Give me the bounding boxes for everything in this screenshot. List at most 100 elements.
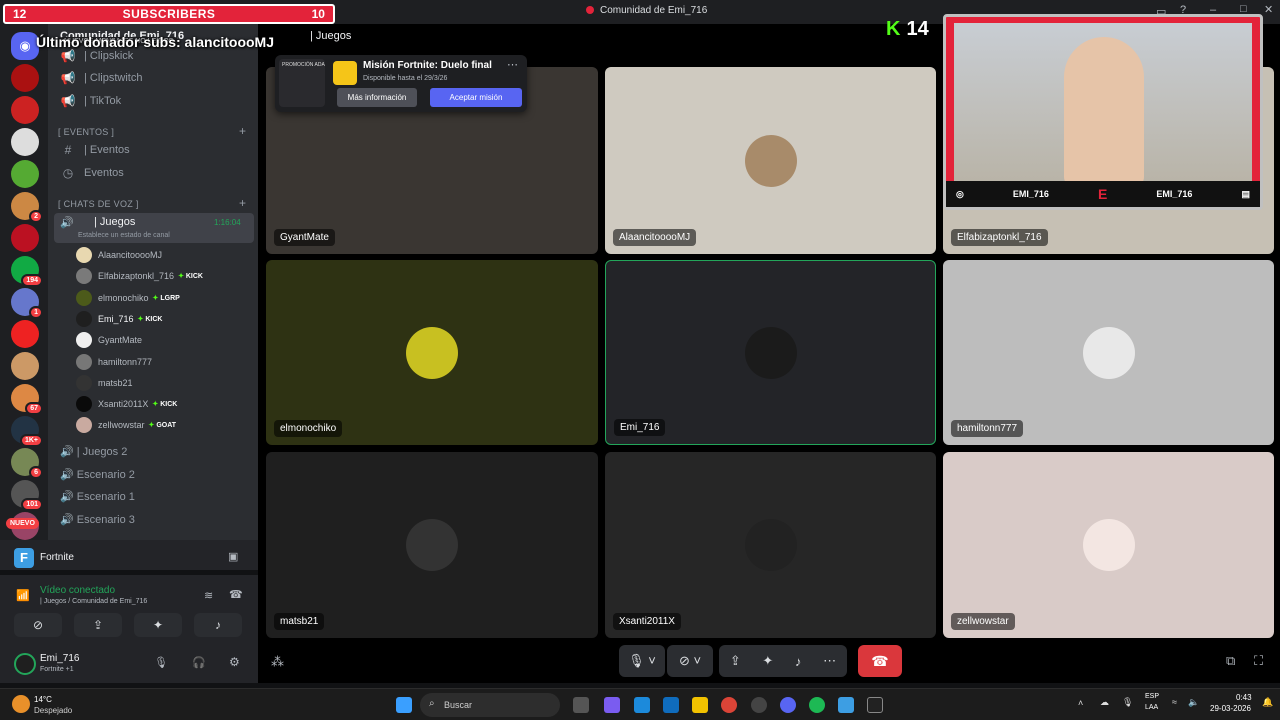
taskbar-search[interactable]: ⌕ Buscar — [420, 693, 560, 717]
server-icon[interactable] — [11, 96, 39, 124]
disconnect-icon[interactable]: ☎ — [229, 588, 243, 601]
mic-toggle-button[interactable]: 🎙 ˅ — [619, 645, 665, 677]
screen-icon[interactable]: ▣ — [228, 550, 238, 563]
language-secondary[interactable]: LAA — [1145, 704, 1158, 711]
voice-channel[interactable]: 🔊 | Juegos 2 — [60, 445, 127, 458]
more-options-icon[interactable]: ⋯ — [507, 58, 518, 71]
soundboard-icon[interactable]: ♪ — [795, 654, 802, 669]
accept-quest-button[interactable]: Aceptar misión — [430, 88, 522, 107]
weather-icon[interactable] — [12, 695, 30, 713]
mic-tray-icon[interactable]: 🎙 — [1122, 697, 1133, 708]
video-tile[interactable]: hamiltonn777 — [943, 260, 1274, 445]
spotify-icon[interactable] — [809, 697, 825, 713]
voice-user[interactable]: GyantMate — [76, 330, 142, 350]
voice-channel-juegos[interactable]: 🔊 | Juegos 1:16:04 Establece un estado d… — [54, 213, 254, 243]
clock-time[interactable]: 0:43 — [1236, 693, 1252, 702]
cloud-icon[interactable]: ☁ — [1100, 697, 1109, 708]
category-events[interactable]: [ EVENTOS ] — [58, 127, 114, 137]
channel-eventos[interactable]: # | Eventos — [60, 140, 130, 160]
video-tile[interactable]: AlaancitooooMJ — [605, 67, 936, 254]
voice-user[interactable]: hamiltonn777 — [76, 352, 152, 372]
voice-user[interactable]: zellwowstar ✦ GOAT — [76, 415, 176, 435]
server-icon[interactable]: 67 — [11, 384, 43, 415]
obs-icon[interactable] — [751, 697, 767, 713]
activities-icon[interactable]: ✦ — [762, 653, 773, 669]
noise-suppression-icon[interactable]: ≋ — [204, 589, 213, 602]
windows-start-icon[interactable] — [396, 697, 412, 713]
server-icon[interactable] — [11, 224, 39, 252]
tray-chevron-icon[interactable]: ˄ — [1078, 698, 1083, 708]
mic-icon[interactable]: 🎙 — [154, 656, 168, 669]
server-icon[interactable]: 6 — [11, 448, 43, 479]
camera-toggle-button[interactable]: ⊘ ˅ — [667, 645, 713, 677]
activities-button[interactable]: ✦ — [134, 613, 182, 637]
server-icon[interactable]: 101 — [11, 480, 43, 511]
more-info-button[interactable]: Más información — [337, 88, 417, 107]
server-icon[interactable]: 1 — [11, 288, 43, 319]
close-icon[interactable]: ✕ — [1264, 3, 1273, 16]
clock-date[interactable]: 29-03-2026 — [1210, 704, 1251, 713]
invite-icon[interactable]: ⁂ — [271, 654, 284, 670]
user-name[interactable]: Emi_716 — [40, 653, 79, 664]
discord-icon[interactable] — [780, 697, 796, 713]
voice-user[interactable]: matsb21 — [76, 373, 133, 393]
server-icon[interactable]: 194 — [11, 256, 43, 287]
channel-eventos-events[interactable]: ◷ Eventos — [60, 163, 124, 183]
volume-icon[interactable]: 🔈 — [1188, 697, 1199, 708]
add-channel-icon[interactable]: + — [239, 196, 246, 210]
language-primary[interactable]: ESP — [1145, 693, 1159, 700]
explorer-icon[interactable] — [692, 697, 708, 713]
voice-user[interactable]: Xsanti2011X ✦ KICK — [76, 394, 177, 414]
voice-channel[interactable]: 🔊 Escenario 1 — [60, 490, 135, 503]
server-icon[interactable] — [11, 160, 39, 188]
task-view-icon[interactable] — [573, 697, 589, 713]
add-channel-icon[interactable]: + — [239, 124, 246, 138]
camera-off-button[interactable]: ⊘ — [14, 613, 62, 637]
voice-user[interactable]: elmonochiko ✦ LGRP — [76, 288, 180, 308]
category-voice[interactable]: [ CHATS DE VOZ ] — [58, 199, 139, 209]
more-icon[interactable]: ⋯ — [823, 653, 836, 669]
fullscreen-icon[interactable]: ⛶ — [1254, 653, 1263, 669]
fortnite-taskbar-icon[interactable] — [838, 697, 854, 713]
edge-icon[interactable] — [634, 697, 650, 713]
user-avatar[interactable] — [14, 653, 36, 675]
copilot-icon[interactable] — [604, 697, 620, 713]
channel-status-prompt[interactable]: Establece un estado de canal — [78, 232, 170, 239]
server-icon[interactable] — [11, 320, 39, 348]
voice-user[interactable]: Emi_716 ✦ KICK — [76, 309, 162, 329]
soundboard-button[interactable]: ♪ — [194, 613, 242, 637]
server-icon[interactable] — [11, 352, 39, 380]
server-icon[interactable]: 2 — [11, 192, 43, 223]
channel-clipstwitch[interactable]: 📢 | Clipstwitch — [60, 68, 143, 88]
channel-label: | Clipskick — [84, 50, 134, 62]
settings-gear-icon[interactable]: ⚙ — [229, 655, 240, 669]
connection-status[interactable]: Vídeo conectado — [40, 585, 115, 596]
voice-user[interactable]: AlaancitooooMJ — [76, 245, 162, 265]
video-tile[interactable]: zellwowstar — [943, 452, 1274, 638]
store-icon[interactable] — [663, 697, 679, 713]
notification-bell-icon[interactable]: 🔔 — [1262, 697, 1273, 708]
connection-channel[interactable]: | Juegos / Comunidad de Emi_716 — [40, 598, 147, 605]
share-screen-icon[interactable]: ⇪ — [730, 653, 741, 669]
video-tile[interactable]: Emi_716 — [605, 260, 936, 445]
video-tile[interactable]: Xsanti2011X — [605, 452, 936, 638]
activity-panel[interactable]: F Fortnite ▣ — [0, 540, 258, 570]
discord-home-icon[interactable]: ◉ — [11, 32, 39, 60]
video-tile[interactable]: elmonochiko — [266, 260, 598, 445]
chrome-icon[interactable] — [721, 697, 737, 713]
video-tile[interactable]: matsb21 — [266, 452, 598, 638]
voice-user[interactable]: Elfabizaptonkl_716 ✦ KICK — [76, 266, 203, 286]
voice-connection-panel: 📶 Vídeo conectado | Juegos / Comunidad d… — [0, 575, 258, 645]
server-icon[interactable] — [11, 128, 39, 156]
pop-out-icon[interactable]: ⧉ — [1226, 653, 1235, 669]
headphones-icon[interactable]: 🎧 — [192, 656, 206, 669]
share-screen-button[interactable]: ⇪ — [74, 613, 122, 637]
wifi-icon[interactable]: ≈ — [1172, 697, 1177, 707]
channel-tiktok[interactable]: 📢 | TikTok — [60, 91, 122, 111]
server-icon[interactable]: 1K+ — [11, 416, 43, 447]
voice-channel[interactable]: 🔊 Escenario 3 — [60, 513, 135, 526]
server-icon[interactable] — [11, 64, 39, 92]
voice-channel[interactable]: 🔊 Escenario 2 — [60, 468, 135, 481]
epic-games-icon[interactable] — [867, 697, 883, 713]
leave-call-button[interactable]: ☎ — [858, 645, 902, 677]
